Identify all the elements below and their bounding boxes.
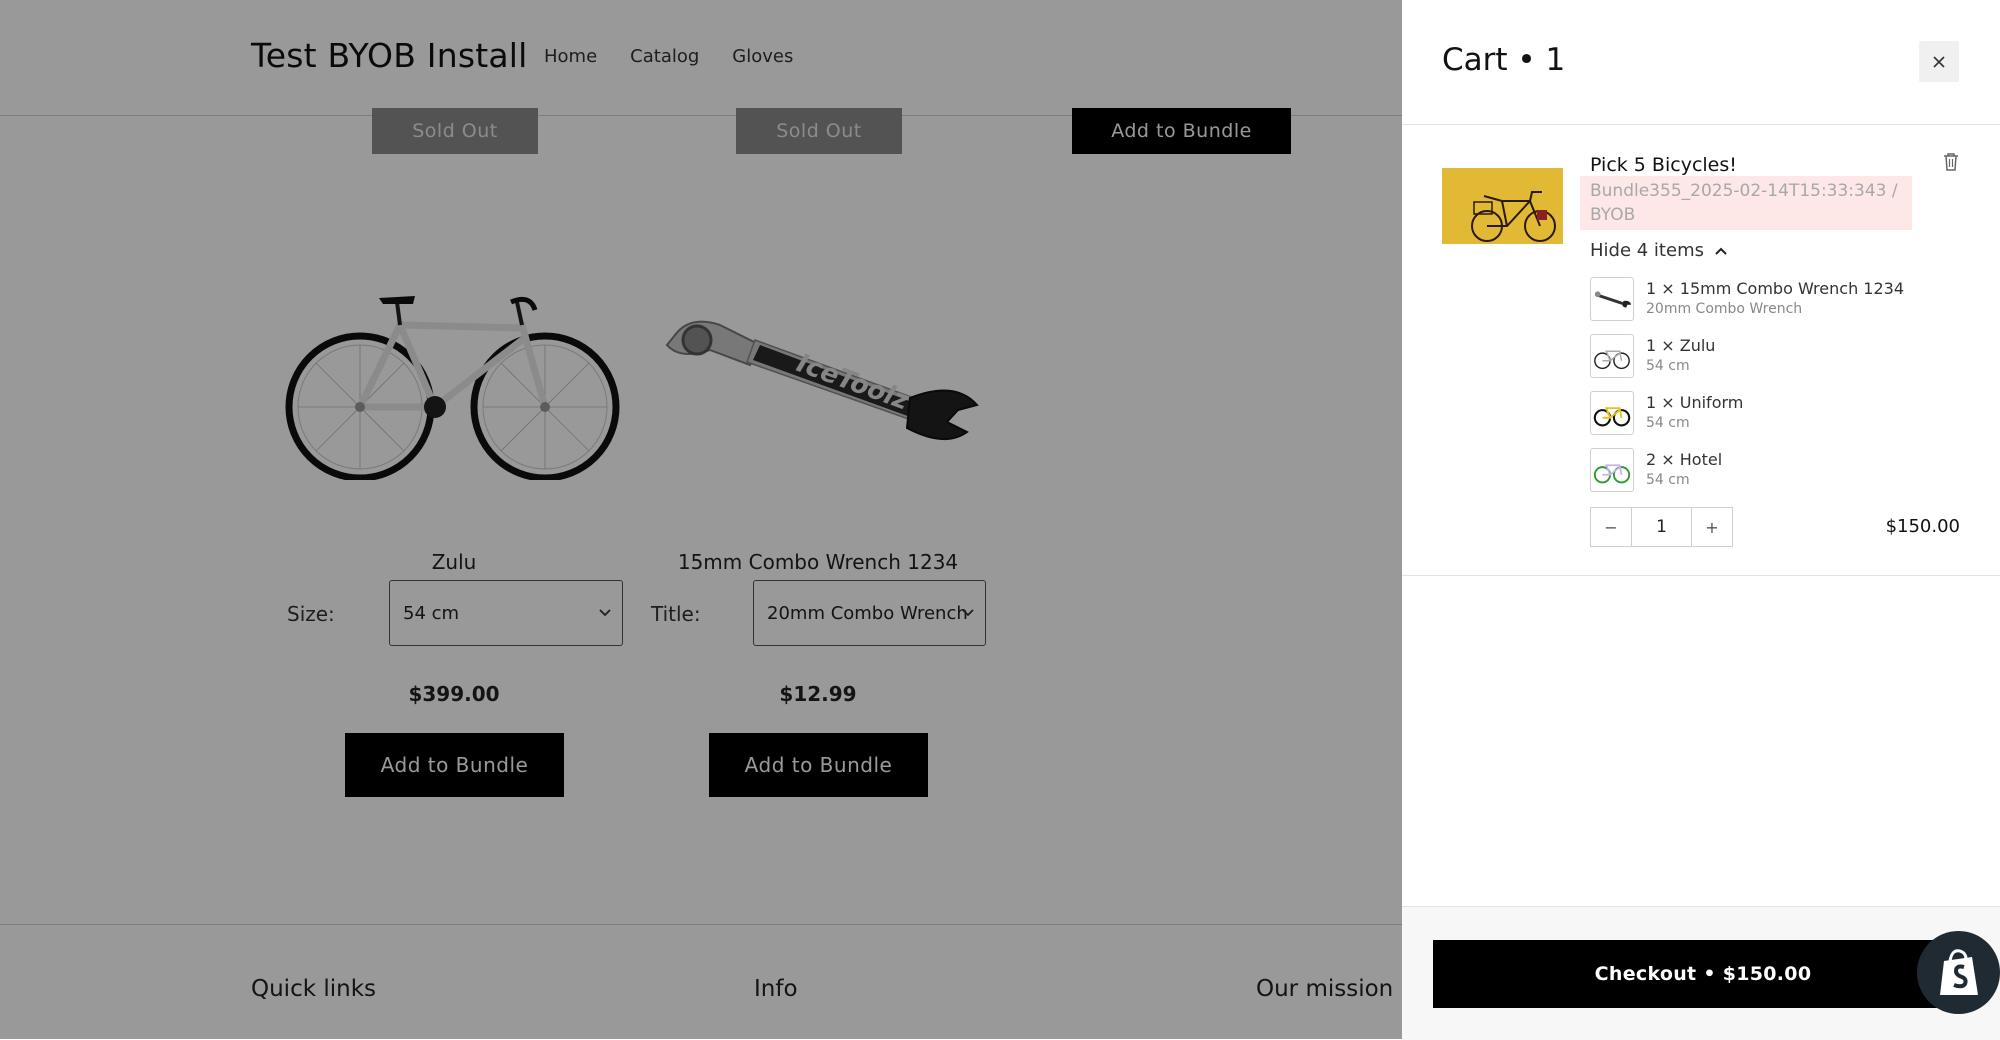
close-cart-button[interactable] — [1919, 41, 1959, 82]
cart-drawer: Cart • 1 Pick 5 Bicycles! Bundle355_2025… — [1402, 0, 2000, 1040]
sub-item-variant: 54 cm — [1646, 415, 1690, 431]
add-to-bundle-button[interactable]: Add to Bundle — [1072, 108, 1291, 154]
sub-item-variant: 54 cm — [1646, 358, 1690, 374]
price-zulu: $399.00 — [408, 682, 500, 706]
chevron-down-icon — [962, 609, 974, 617]
sub-item-name: 1 × Uniform — [1646, 393, 1744, 412]
size-select[interactable]: 54 cm — [389, 580, 623, 646]
sub-item-name: 1 × Zulu — [1646, 336, 1716, 355]
product-title-wrench[interactable]: 15mm Combo Wrench 1234 — [676, 550, 960, 574]
footer-quick-links: Quick links — [251, 976, 377, 1002]
drawer-divider — [1402, 124, 2000, 125]
shopify-bag-icon — [1939, 948, 1978, 995]
svg-text:IceToolz: IceToolz — [793, 348, 914, 416]
add-to-bundle-button[interactable]: Add to Bundle — [345, 733, 564, 797]
quantity-input[interactable]: 1 — [1631, 508, 1692, 546]
footer-info: Info — [754, 976, 798, 1002]
nav-home[interactable]: Home — [544, 46, 597, 67]
shopify-badge[interactable] — [1917, 931, 2000, 1014]
add-to-bundle-button[interactable]: Add to Bundle — [709, 733, 928, 797]
site-header: Test BYOB Install Home Catalog Gloves — [0, 0, 1402, 116]
title-label: Title: — [651, 602, 701, 626]
store-logo[interactable]: Test BYOB Install — [251, 36, 528, 75]
wrench-thumbnail — [1590, 277, 1634, 321]
white-bicycle-thumbnail — [1590, 334, 1634, 378]
checkout-button[interactable]: Checkout • $150.00 — [1433, 940, 1973, 1008]
bundle-thumbnail[interactable] — [1442, 168, 1563, 244]
sold-out-button[interactable]: Sold Out — [372, 108, 538, 154]
title-select[interactable]: 20mm Combo Wrench — [753, 580, 986, 646]
chevron-up-icon — [1715, 247, 1727, 255]
yellow-bicycle-thumbnail — [1590, 391, 1634, 435]
toggle-bundle-items[interactable]: Hide 4 items — [1590, 240, 1728, 261]
zulu-bicycle-image[interactable] — [285, 280, 625, 480]
size-label: Size: — [287, 602, 335, 626]
size-select-value: 54 cm — [403, 602, 460, 624]
site-footer: Quick links Info Our mission — [0, 924, 1402, 1040]
sold-out-button[interactable]: Sold Out — [736, 108, 902, 154]
sub-item-name: 2 × Hotel — [1646, 450, 1723, 469]
sub-item-variant: 54 cm — [1646, 472, 1690, 488]
nav-gloves[interactable]: Gloves — [732, 46, 793, 67]
chevron-down-icon — [599, 609, 611, 617]
footer-our-mission: Our mission — [1256, 976, 1394, 1002]
title-select-value: 20mm Combo Wrench — [767, 602, 968, 624]
bundle-name[interactable]: Pick 5 Bicycles! — [1590, 154, 1737, 176]
cart-title: Cart • 1 — [1442, 42, 1566, 78]
sub-item-name: 1 × 15mm Combo Wrench 1234 — [1646, 279, 1905, 298]
line-item-price: $150.00 — [1885, 516, 1960, 537]
quantity-stepper: − 1 + — [1590, 507, 1733, 547]
green-bicycle-thumbnail — [1590, 448, 1634, 492]
product-title-zulu[interactable]: Zulu — [333, 550, 575, 574]
close-icon — [1933, 55, 1945, 68]
main-nav: Home Catalog Gloves — [544, 46, 793, 67]
decrease-quantity-button[interactable]: − — [1591, 508, 1631, 546]
bundle-properties: Bundle355_2025-02-14T15:33:343 / BYOB — [1580, 176, 1912, 230]
trash-icon[interactable] — [1942, 152, 1960, 172]
combo-wrench-image[interactable]: IceToolz — [655, 310, 985, 450]
hide-items-label: Hide 4 items — [1590, 240, 1704, 261]
increase-quantity-button[interactable]: + — [1692, 508, 1732, 546]
price-wrench: $12.99 — [779, 682, 857, 706]
nav-catalog[interactable]: Catalog — [630, 46, 699, 67]
sub-item-variant: 20mm Combo Wrench — [1646, 301, 1803, 317]
drawer-divider — [1402, 575, 2000, 576]
